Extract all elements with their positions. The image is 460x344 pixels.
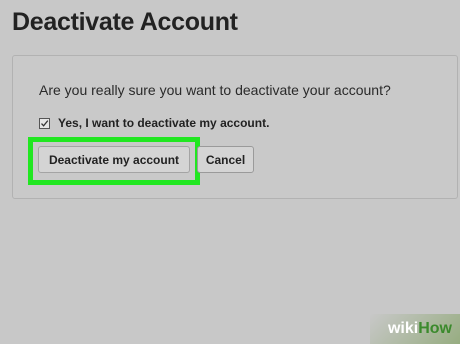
page-title: Deactivate Account	[12, 8, 238, 36]
confirmation-question: Are you really sure you want to deactiva…	[39, 82, 391, 98]
cancel-button[interactable]: Cancel	[197, 146, 254, 173]
watermark-part-wiki: wiki	[387, 320, 419, 337]
confirm-checkbox-label[interactable]: Yes, I want to deactivate my account.	[58, 116, 269, 130]
wikihow-watermark: wiki How	[388, 320, 452, 338]
confirm-checkbox-row[interactable]: Yes, I want to deactivate my account.	[39, 116, 269, 130]
watermark-part-how: How	[418, 320, 452, 337]
confirm-checkbox[interactable]	[39, 117, 50, 129]
checkmark-icon	[41, 119, 49, 127]
deactivate-account-button[interactable]: Deactivate my account	[38, 146, 190, 173]
